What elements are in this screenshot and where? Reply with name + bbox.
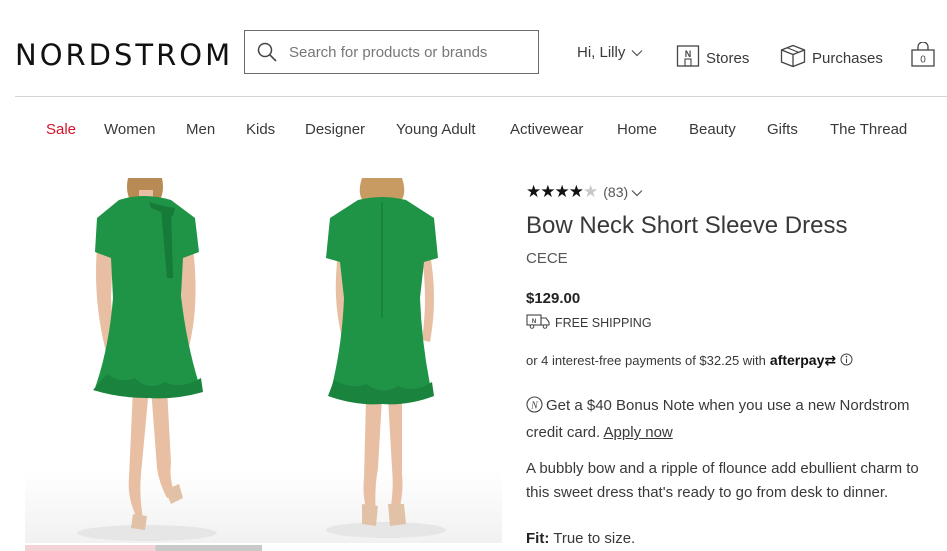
product-image-back[interactable] <box>262 178 502 543</box>
nav-item-sale[interactable]: Sale <box>46 121 76 138</box>
shipping-label: FREE SHIPPING <box>555 315 652 330</box>
star-icon: ★ <box>568 182 584 201</box>
svg-text:N: N <box>532 319 536 325</box>
nav-item-beauty[interactable]: Beauty <box>689 121 736 138</box>
chevron-down-icon <box>631 184 643 200</box>
header-divider <box>15 96 947 97</box>
purchases-link[interactable]: Purchases <box>780 44 883 72</box>
credit-card-offer: N Get a $40 Bonus Note when you use a ne… <box>526 394 936 445</box>
account-menu[interactable]: Hi, Lilly <box>577 44 643 61</box>
nordstrom-logo[interactable]: NORDSTROM <box>15 38 233 72</box>
chevron-down-icon <box>631 44 643 61</box>
apply-now-link[interactable]: Apply now <box>604 424 673 441</box>
product-description: A bubbly bow and a ripple of flounce add… <box>526 460 919 501</box>
bag-icon: 0 <box>910 41 936 72</box>
fit-value: True to size. <box>553 530 636 547</box>
nav-item-designer[interactable]: Designer <box>305 121 365 138</box>
thumbnail-strip[interactable] <box>25 545 262 551</box>
nav-item-home[interactable]: Home <box>617 121 657 138</box>
installments-text: or 4 interest-free payments of $32.25 wi… <box>526 353 766 368</box>
box-icon <box>780 44 806 72</box>
nav-item-kids[interactable]: Kids <box>246 121 275 138</box>
store-icon: N <box>676 44 700 72</box>
purchases-label: Purchases <box>812 49 883 67</box>
svg-text:N: N <box>685 49 692 59</box>
product-price: $129.00 <box>526 290 581 307</box>
shipping-info: N FREE SHIPPING <box>526 313 652 332</box>
product-title: Bow Neck Short Sleeve Dress <box>526 212 848 239</box>
star-icon: ★ <box>526 182 541 201</box>
nav-item-the-thread[interactable]: The Thread <box>830 121 907 138</box>
search-icon[interactable] <box>255 40 279 64</box>
bonus-text: Get a $40 Bonus Note when you use a new … <box>526 397 910 441</box>
search-input[interactable] <box>289 43 529 61</box>
info-icon[interactable] <box>840 353 853 369</box>
afterpay-logo: afterpay⇄ <box>769 352 837 368</box>
fit-info: Fit: True to size. <box>526 530 635 547</box>
search-box[interactable] <box>244 30 539 74</box>
stores-link[interactable]: N Stores <box>676 44 749 72</box>
review-count: (83) <box>603 184 629 200</box>
star-rating: ★★★★★ <box>526 182 598 202</box>
star-icon: ★ <box>583 182 598 201</box>
nordstrom-card-icon: N <box>526 396 543 421</box>
truck-icon: N <box>526 313 550 332</box>
svg-text:N: N <box>530 401 539 412</box>
nav-item-young-adult[interactable]: Young Adult <box>396 121 476 138</box>
nav-item-women[interactable]: Women <box>104 121 155 138</box>
stores-label: Stores <box>706 49 750 67</box>
product-image-front[interactable] <box>25 178 265 543</box>
star-icon: ★ <box>540 182 555 201</box>
star-icon: ★ <box>554 182 570 201</box>
installments-info: or 4 interest-free payments of $32.25 wi… <box>526 352 853 369</box>
product-brand[interactable]: CECE <box>526 250 568 267</box>
greeting-text: Hi, Lilly <box>577 44 626 61</box>
nav-item-men[interactable]: Men <box>186 121 215 138</box>
nav-item-activewear[interactable]: Activewear <box>510 121 583 138</box>
fit-label: Fit: <box>526 530 550 547</box>
nav-item-gifts[interactable]: Gifts <box>767 121 798 138</box>
shopping-bag-button[interactable]: 0 <box>910 41 936 72</box>
rating-summary[interactable]: ★★★★★ (83) <box>526 182 643 202</box>
bag-count: 0 <box>920 55 926 66</box>
